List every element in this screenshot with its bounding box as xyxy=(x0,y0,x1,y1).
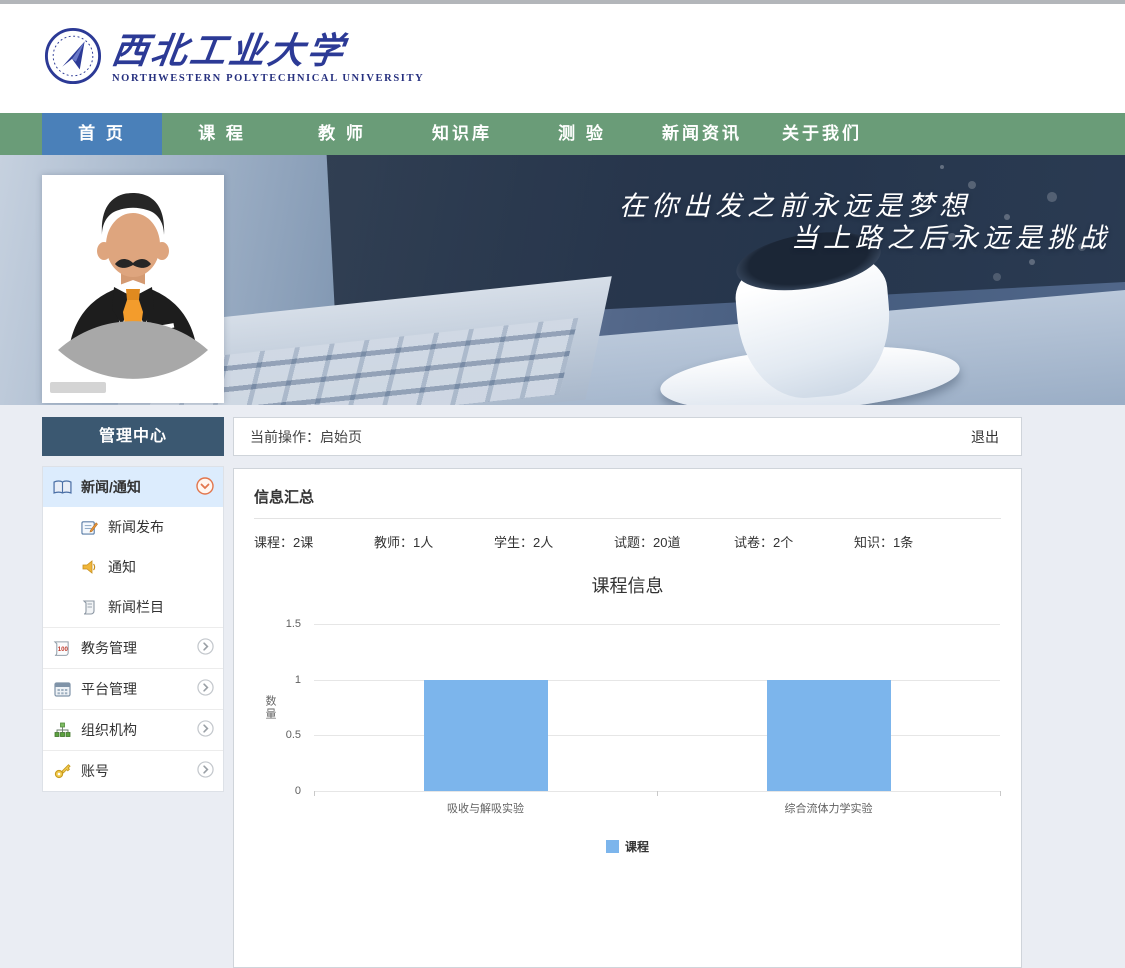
chevron-right-circle-icon[interactable] xyxy=(197,679,214,699)
operation-bar: 当前操作：启始页 退出 xyxy=(233,417,1022,456)
nav-item-about[interactable]: 关于我们 xyxy=(762,113,882,155)
y-axis-title: 数量 xyxy=(262,695,278,721)
y-tick-label: 0 xyxy=(295,785,301,797)
summary-stats-row: 课程：2课 教师：1人 学生：2人 试题：20道 试卷：2个 知识：1条 xyxy=(254,532,1001,551)
chart-title: 课程信息 xyxy=(234,572,1021,598)
summary-divider xyxy=(254,518,1001,519)
banner-slogan: 在你出发之前永远是梦想 当上路之后永远是挑战 xyxy=(619,191,1111,256)
stat-teachers: 教师：1人 xyxy=(374,532,494,551)
chevron-down-circle-icon[interactable] xyxy=(196,477,214,498)
bar-吸收与解吸实验 xyxy=(424,680,548,791)
sidebar-item-platform-mgmt[interactable]: 平台管理 xyxy=(43,668,223,709)
book-icon xyxy=(52,478,72,496)
slogan-line-1: 在你出发之前永远是梦想 xyxy=(619,191,971,223)
key-icon xyxy=(52,762,72,780)
stat-papers: 试卷：2个 xyxy=(734,532,854,551)
legend-label: 课程 xyxy=(625,838,649,855)
nav-item-teachers[interactable]: 教 师 xyxy=(282,113,402,155)
svg-text:100: 100 xyxy=(58,646,69,652)
gridline xyxy=(314,680,1000,681)
sidebar-item-account[interactable]: 账号 xyxy=(43,750,223,791)
sidebar-item-label: 组织机构 xyxy=(81,720,137,740)
user-avatar-card xyxy=(42,175,224,403)
horn-icon xyxy=(79,558,99,576)
x-axis-tick xyxy=(657,791,658,796)
x-axis-label: 综合流体力学实验 xyxy=(785,800,873,816)
sidebar-item-label: 新闻栏目 xyxy=(108,597,164,617)
logo-text: 西北工业大学 NORTHWESTERN POLYTECHNICAL UNIVER… xyxy=(112,33,424,84)
logout-button[interactable]: 退出 xyxy=(971,427,1021,447)
calendar-icon xyxy=(52,680,72,698)
stat-students: 学生：2人 xyxy=(494,532,614,551)
university-emblem-icon xyxy=(44,27,102,90)
sidebar-item-notice[interactable]: 通知 xyxy=(43,547,223,587)
nav-item-courses[interactable]: 课 程 xyxy=(162,113,282,155)
site-header: 西北工业大学 NORTHWESTERN POLYTECHNICAL UNIVER… xyxy=(0,4,1125,113)
sidebar-menu: 新闻/通知 新闻发布 通知 新闻栏目 100 xyxy=(42,466,224,792)
y-tick-label: 1.5 xyxy=(286,618,301,630)
hero-banner: 在你出发之前永远是梦想 当上路之后永远是挑战 xyxy=(0,155,1125,405)
chevron-right-circle-icon[interactable] xyxy=(197,761,214,781)
x-axis-tick xyxy=(1000,791,1001,796)
sidebar-item-label: 账号 xyxy=(81,761,109,781)
stat-courses: 课程：2课 xyxy=(254,532,374,551)
university-logo[interactable]: 西北工业大学 NORTHWESTERN POLYTECHNICAL UNIVER… xyxy=(44,27,424,90)
stat-questions: 试题：20道 xyxy=(614,532,734,551)
chevron-right-circle-icon[interactable] xyxy=(197,720,214,740)
slogan-line-2: 当上路之后永远是挑战 xyxy=(619,223,1111,255)
sidebar-item-label: 新闻/通知 xyxy=(81,477,141,497)
summary-title: 信息汇总 xyxy=(234,469,1021,518)
gridline xyxy=(314,735,1000,736)
sidebar-item-label: 通知 xyxy=(108,557,136,577)
gridline xyxy=(314,624,1000,625)
y-tick-label: 0.5 xyxy=(286,729,301,741)
nav-item-knowledge[interactable]: 知识库 xyxy=(402,113,522,155)
sidebar-item-news-publish[interactable]: 新闻发布 xyxy=(43,507,223,547)
org-chart-icon xyxy=(52,721,72,739)
avatar-watermark xyxy=(50,382,106,393)
sidebar-item-label: 教务管理 xyxy=(81,638,137,658)
x-axis-tick xyxy=(314,791,315,796)
main-nav: 首 页 课 程 教 师 知识库 测 验 新闻资讯 关于我们 xyxy=(0,113,1125,155)
sidebar-item-news-column[interactable]: 新闻栏目 xyxy=(43,587,223,627)
course-chart: 数量 00.511.5吸收与解吸实验综合流体力学实验 xyxy=(314,624,1000,792)
sidebar-item-label: 新闻发布 xyxy=(108,517,164,537)
main-content-panel: 信息汇总 课程：2课 教师：1人 学生：2人 试题：20道 试卷：2个 知识：1… xyxy=(233,468,1022,968)
stat-knowledge: 知识：1条 xyxy=(854,532,974,551)
banner-rain-droplets xyxy=(940,165,944,169)
sidebar-title: 管理中心 xyxy=(42,417,224,456)
score-100-icon: 100 xyxy=(52,639,72,657)
scroll-icon xyxy=(79,598,99,616)
y-tick-label: 1 xyxy=(295,674,301,686)
x-axis-label: 吸收与解吸实验 xyxy=(447,800,524,816)
admin-dashboard-page: 西北工业大学 NORTHWESTERN POLYTECHNICAL UNIVER… xyxy=(0,0,1125,968)
sidebar-item-organization[interactable]: 组织机构 xyxy=(43,709,223,750)
current-operation-label: 当前操作：启始页 xyxy=(234,427,362,447)
news-edit-icon xyxy=(79,518,99,536)
university-name-cn: 西北工业大学 xyxy=(109,33,426,69)
sidebar-item-news-notice[interactable]: 新闻/通知 xyxy=(43,467,223,507)
bar-综合流体力学实验 xyxy=(767,680,891,791)
nav-item-home[interactable]: 首 页 xyxy=(42,113,162,155)
chart-legend-item[interactable]: 课程 xyxy=(234,838,1021,855)
sidebar-item-academic-mgmt[interactable]: 100 教务管理 xyxy=(43,627,223,668)
legend-swatch xyxy=(606,840,619,853)
university-name-en: NORTHWESTERN POLYTECHNICAL UNIVERSITY xyxy=(112,73,424,84)
sidebar-item-label: 平台管理 xyxy=(81,679,137,699)
chart-plot-area: 00.511.5吸收与解吸实验综合流体力学实验 xyxy=(314,624,1000,792)
nav-item-news[interactable]: 新闻资讯 xyxy=(642,113,762,155)
chevron-right-circle-icon[interactable] xyxy=(197,638,214,658)
nav-item-tests[interactable]: 测 验 xyxy=(522,113,642,155)
